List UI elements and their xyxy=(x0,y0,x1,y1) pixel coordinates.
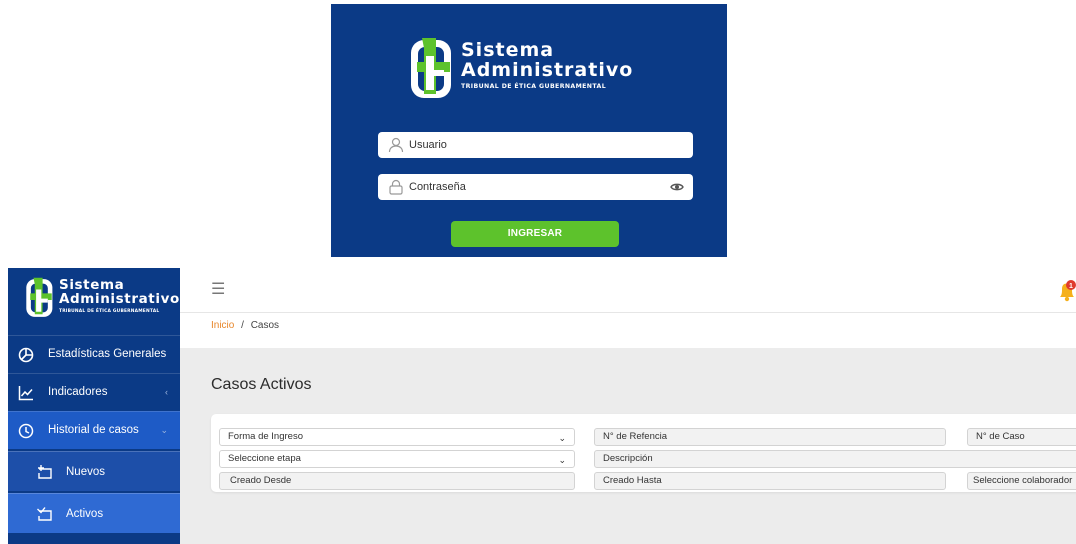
chevron-down-icon: ⌄ xyxy=(558,433,566,443)
numero-caso-input[interactable]: N° de Caso xyxy=(967,428,1076,446)
creado-hasta-input[interactable]: Creado Hasta xyxy=(594,472,946,490)
sidebar-brand-tagline: TRIBUNAL DE ÉTICA GUBERNAMENTAL xyxy=(59,309,160,314)
forma-ingreso-value: Forma de Ingreso xyxy=(228,431,303,442)
main-content: Casos Activos Forma de Ingreso ⌄ N° de R… xyxy=(180,348,1076,544)
login-brand-line1: Sistema xyxy=(461,39,555,61)
breadcrumb-home-link[interactable]: Inicio xyxy=(211,320,234,331)
login-logo: Sistema Administrativo TRIBUNAL DE ÉTICA… xyxy=(409,36,679,102)
sidebar-subitem-nuevos[interactable]: Nuevos xyxy=(8,451,180,491)
notification-count: 1 xyxy=(1069,283,1073,290)
breadcrumb: Inicio / Casos xyxy=(211,320,279,331)
login-panel: Sistema Administrativo TRIBUNAL DE ÉTICA… xyxy=(331,4,727,257)
sidebar-subitem-label: Activos xyxy=(66,508,104,520)
login-brand-line2: Administrativo xyxy=(461,59,634,81)
login-brand-tagline: TRIBUNAL DE ÉTICA GUBERNAMENTAL xyxy=(461,83,607,90)
forma-ingreso-select[interactable]: Forma de Ingreso ⌄ xyxy=(219,428,575,446)
sidebar-logo[interactable]: Sistema Administrativo TRIBUNAL DE ÉTICA… xyxy=(8,268,180,340)
notification-bell-icon[interactable]: 1 xyxy=(1058,280,1076,302)
password-placeholder: Contraseña xyxy=(409,181,466,193)
login-submit-button[interactable]: INGRESAR xyxy=(451,221,619,247)
chevron-down-icon: ⌄ xyxy=(558,455,566,465)
colaborador-select[interactable]: Seleccione colaborador xyxy=(967,472,1076,490)
line-chart-icon xyxy=(18,386,33,401)
user-icon xyxy=(388,137,404,153)
descripcion-input[interactable]: Descripción xyxy=(594,450,1076,468)
sidebar: Sistema Administrativo TRIBUNAL DE ÉTICA… xyxy=(8,268,180,544)
clock-icon xyxy=(18,423,34,439)
breadcrumb-current: Casos xyxy=(250,320,280,331)
sidebar-item-indicadores[interactable]: Indicadores ‹ xyxy=(8,373,180,411)
sidebar-brand-line2: Administrativo xyxy=(59,291,180,307)
sidebar-subitem-activos[interactable]: Activos xyxy=(8,493,180,533)
lock-icon xyxy=(389,179,403,195)
chevron-down-icon: ⌄ xyxy=(160,425,168,435)
sidebar-item-label: Estadísticas Generales xyxy=(48,348,167,360)
brand-logo-icon xyxy=(26,277,53,317)
filter-panel: Forma de Ingreso ⌄ N° de Refencia N° de … xyxy=(211,414,1076,492)
active-case-icon xyxy=(37,507,52,521)
username-placeholder: Usuario xyxy=(409,139,447,151)
sidebar-item-label: Historial de casos xyxy=(48,424,139,436)
sidebar-item-historial[interactable]: Historial de casos ⌄ xyxy=(8,411,180,449)
sidebar-brand-line1: Sistema xyxy=(59,277,125,293)
top-bar: ☰ 1 xyxy=(180,268,1076,313)
dashboard: Sistema Administrativo TRIBUNAL DE ÉTICA… xyxy=(0,268,1076,544)
brand-logo-icon xyxy=(411,38,451,98)
page-title: Casos Activos xyxy=(211,376,312,393)
creado-desde-input[interactable]: Creado Desde xyxy=(219,472,575,490)
breadcrumb-separator: / xyxy=(241,320,244,331)
hamburger-icon[interactable]: ☰ xyxy=(211,279,225,299)
etapa-value: Seleccione etapa xyxy=(228,453,301,464)
username-input[interactable]: Usuario xyxy=(378,132,693,158)
password-input[interactable]: Contraseña xyxy=(378,174,693,200)
chevron-left-icon: ‹ xyxy=(165,387,168,397)
new-case-icon xyxy=(38,465,52,479)
sidebar-item-label: Indicadores xyxy=(48,386,108,398)
show-password-eye-icon[interactable] xyxy=(670,180,684,194)
numero-referencia-input[interactable]: N° de Refencia xyxy=(594,428,946,446)
etapa-select[interactable]: Seleccione etapa ⌄ xyxy=(219,450,575,468)
sidebar-item-estadisticas[interactable]: Estadísticas Generales xyxy=(8,335,180,373)
pie-chart-icon xyxy=(18,347,34,363)
sidebar-subitem-label: Nuevos xyxy=(66,466,105,478)
